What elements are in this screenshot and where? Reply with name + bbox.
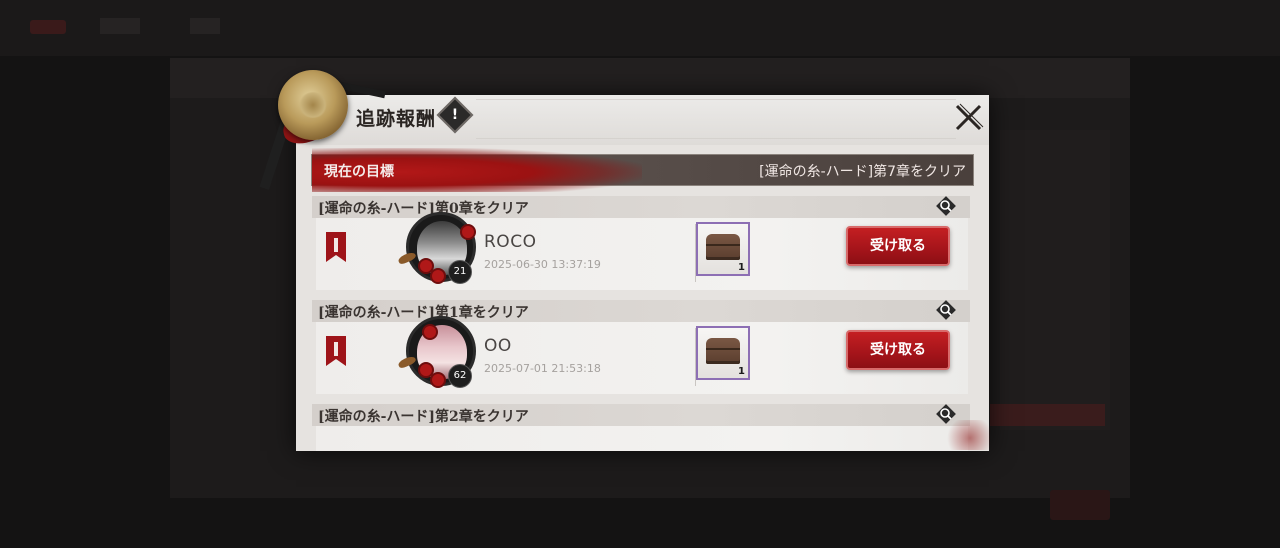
claim-button[interactable]: 受け取る xyxy=(846,226,950,266)
rose-decoration xyxy=(432,270,444,282)
mission-title: [運命の糸-ハード]第2章をクリア xyxy=(318,409,529,425)
banner-icon xyxy=(326,336,346,366)
search-icon[interactable] xyxy=(934,298,958,322)
blood-splash-decoration xyxy=(940,420,990,450)
mission-title: [運命の糸-ハード]第1章をクリア xyxy=(318,305,529,321)
mission-row-header: [運命の糸-ハード]第0章をクリア xyxy=(312,196,970,218)
clear-timestamp: 2025-07-01 21:53:18 xyxy=(484,362,601,375)
background-side-panel xyxy=(1000,130,1110,430)
claim-button[interactable]: 受け取る xyxy=(846,330,950,370)
background-tab xyxy=(100,18,140,34)
modal-title: 追跡報酬 xyxy=(356,108,437,130)
rose-decoration xyxy=(420,364,432,376)
reward-count: 1 xyxy=(738,262,745,273)
mission-row: 62 OO 2025-07-01 21:53:18 1 受け取る xyxy=(316,316,968,394)
player-avatar[interactable] xyxy=(397,212,480,296)
background-tab xyxy=(190,18,220,34)
clear-timestamp: 2025-06-30 13:37:19 xyxy=(484,258,601,271)
player-name: ROCO xyxy=(484,232,537,252)
mission-row xyxy=(316,426,968,451)
player-level-badge: 21 xyxy=(448,260,472,284)
mission-row-header: [運命の糸-ハード]第1章をクリア xyxy=(312,300,970,322)
player-avatar[interactable] xyxy=(397,316,480,400)
background-logo xyxy=(30,20,66,34)
background-button xyxy=(1050,490,1110,520)
rose-decoration xyxy=(462,226,474,238)
rose-decoration xyxy=(432,374,444,386)
reward-item[interactable]: 1 xyxy=(696,222,750,276)
wax-seal-icon xyxy=(278,70,348,140)
background-top-bar xyxy=(0,0,1280,56)
reward-count: 1 xyxy=(738,366,745,377)
rose-decoration xyxy=(424,326,436,338)
alert-symbol: ! xyxy=(451,107,459,123)
header-ornament xyxy=(476,99,956,139)
mission-row-header: [運命の糸-ハード]第2章をクリア xyxy=(312,404,970,426)
treasure-chest-icon xyxy=(706,234,740,260)
close-icon[interactable] xyxy=(950,100,986,134)
current-target-value: [運命の糸-ハード]第7章をクリア xyxy=(759,164,966,180)
mission-row: 21 ROCO 2025-06-30 13:37:19 1 受け取る xyxy=(316,212,968,290)
current-target-label: 現在の目標 xyxy=(324,164,394,180)
rose-decoration xyxy=(420,260,432,272)
player-name: OO xyxy=(484,336,512,356)
banner-icon xyxy=(326,232,346,262)
search-icon[interactable] xyxy=(934,194,958,218)
reward-item[interactable]: 1 xyxy=(696,326,750,380)
mission-title: [運命の糸-ハード]第0章をクリア xyxy=(318,201,529,217)
player-level-badge: 62 xyxy=(448,364,472,388)
background-red-bar xyxy=(990,404,1105,426)
treasure-chest-icon xyxy=(706,338,740,364)
